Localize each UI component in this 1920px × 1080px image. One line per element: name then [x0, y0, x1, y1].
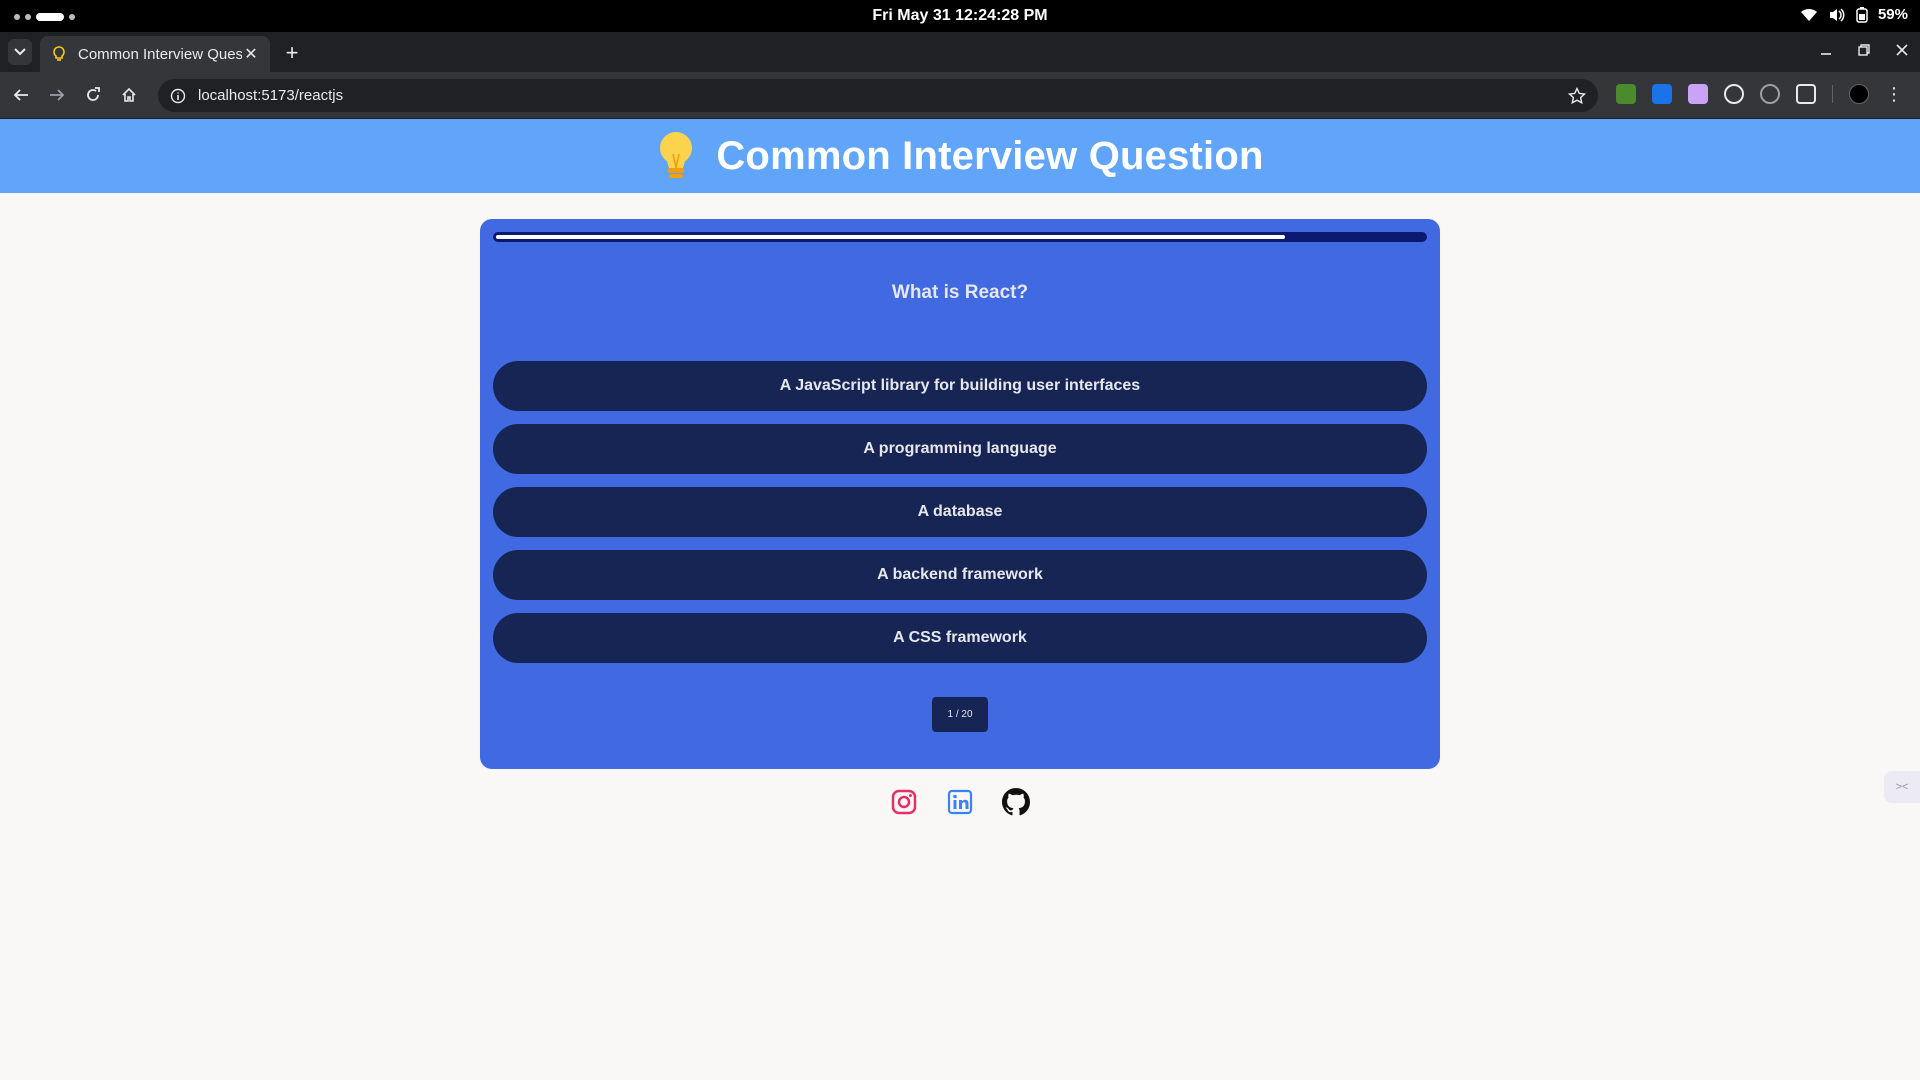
volume-icon: [1828, 7, 1846, 23]
puzzle-extensions-icon[interactable]: [1796, 84, 1816, 104]
home-icon[interactable]: [118, 84, 140, 106]
lightbulb-icon: [660, 132, 693, 178]
check-extension-icon[interactable]: [1760, 84, 1780, 104]
tab-title: Common Interview Ques: [78, 45, 242, 63]
battery-icon: [1856, 6, 1868, 23]
social-links: [0, 787, 1920, 817]
mail-extension-icon[interactable]: [1688, 84, 1708, 104]
browser-toolbar: localhost:5173/reactjs ⋮: [0, 72, 1920, 119]
forward-icon[interactable]: [46, 84, 68, 106]
progress-fill: [496, 235, 1285, 239]
blue-extension-icon[interactable]: [1652, 84, 1672, 104]
tree-extension-icon[interactable]: [1616, 84, 1636, 104]
side-panel-toggle[interactable]: ><: [1884, 771, 1920, 803]
browser-tab-active[interactable]: Common Interview Ques ✕: [40, 36, 270, 72]
page-viewport: Common Interview Question What is React?…: [0, 119, 1920, 1080]
site-header: Common Interview Question: [0, 119, 1920, 193]
lightbulb-favicon-icon: [53, 46, 65, 61]
question-text: What is React?: [891, 282, 1029, 303]
minimize-icon[interactable]: [1818, 42, 1834, 58]
close-tab-icon[interactable]: ✕: [242, 45, 260, 63]
answer-option[interactable]: A backend framework: [493, 550, 1427, 600]
system-clock[interactable]: Fri May 31 12:24:28 PM: [0, 7, 1920, 25]
address-bar[interactable]: localhost:5173/reactjs: [158, 79, 1598, 112]
github-icon[interactable]: [1001, 787, 1031, 817]
linkedin-icon[interactable]: [945, 787, 975, 817]
answer-option[interactable]: A CSS framework: [493, 613, 1427, 663]
atom-extension-icon[interactable]: [1724, 84, 1744, 104]
answer-option[interactable]: A database: [493, 487, 1427, 537]
new-tab-button[interactable]: +: [280, 42, 304, 66]
profile-avatar[interactable]: [1849, 84, 1869, 104]
close-window-icon[interactable]: [1894, 42, 1910, 58]
progress-bar: [493, 232, 1427, 242]
reload-icon[interactable]: [82, 84, 104, 106]
tab-search-button[interactable]: [8, 39, 32, 65]
site-info-icon[interactable]: [170, 88, 186, 104]
window-controls: [1818, 42, 1910, 58]
battery-percent: 59%: [1877, 6, 1908, 23]
url-text[interactable]: localhost:5173/reactjs: [198, 87, 1568, 104]
quiz-card: What is React? A JavaScript library for …: [480, 219, 1440, 769]
page-title: Common Interview Question: [716, 133, 1264, 178]
restore-icon[interactable]: [1856, 42, 1872, 58]
instagram-icon[interactable]: [889, 787, 919, 817]
toolbar-separator: [1832, 85, 1833, 103]
os-top-bar: Fri May 31 12:24:28 PM 59%: [0, 0, 1920, 32]
answer-options: A JavaScript library for building user i…: [493, 361, 1427, 676]
system-tray[interactable]: 59%: [1800, 6, 1908, 23]
wifi-icon: [1800, 7, 1818, 23]
back-icon[interactable]: [10, 84, 32, 106]
answer-option[interactable]: A JavaScript library for building user i…: [493, 361, 1427, 411]
question-counter: 1 / 20: [932, 697, 988, 732]
chevron-down-icon: [14, 48, 26, 56]
browser-menu-icon[interactable]: ⋮: [1885, 85, 1903, 103]
extensions-area: ⋮: [1616, 84, 1903, 104]
browser-tab-strip: Common Interview Ques ✕ +: [0, 32, 1920, 72]
bookmark-star-icon[interactable]: [1568, 86, 1586, 105]
answer-option[interactable]: A programming language: [493, 424, 1427, 474]
